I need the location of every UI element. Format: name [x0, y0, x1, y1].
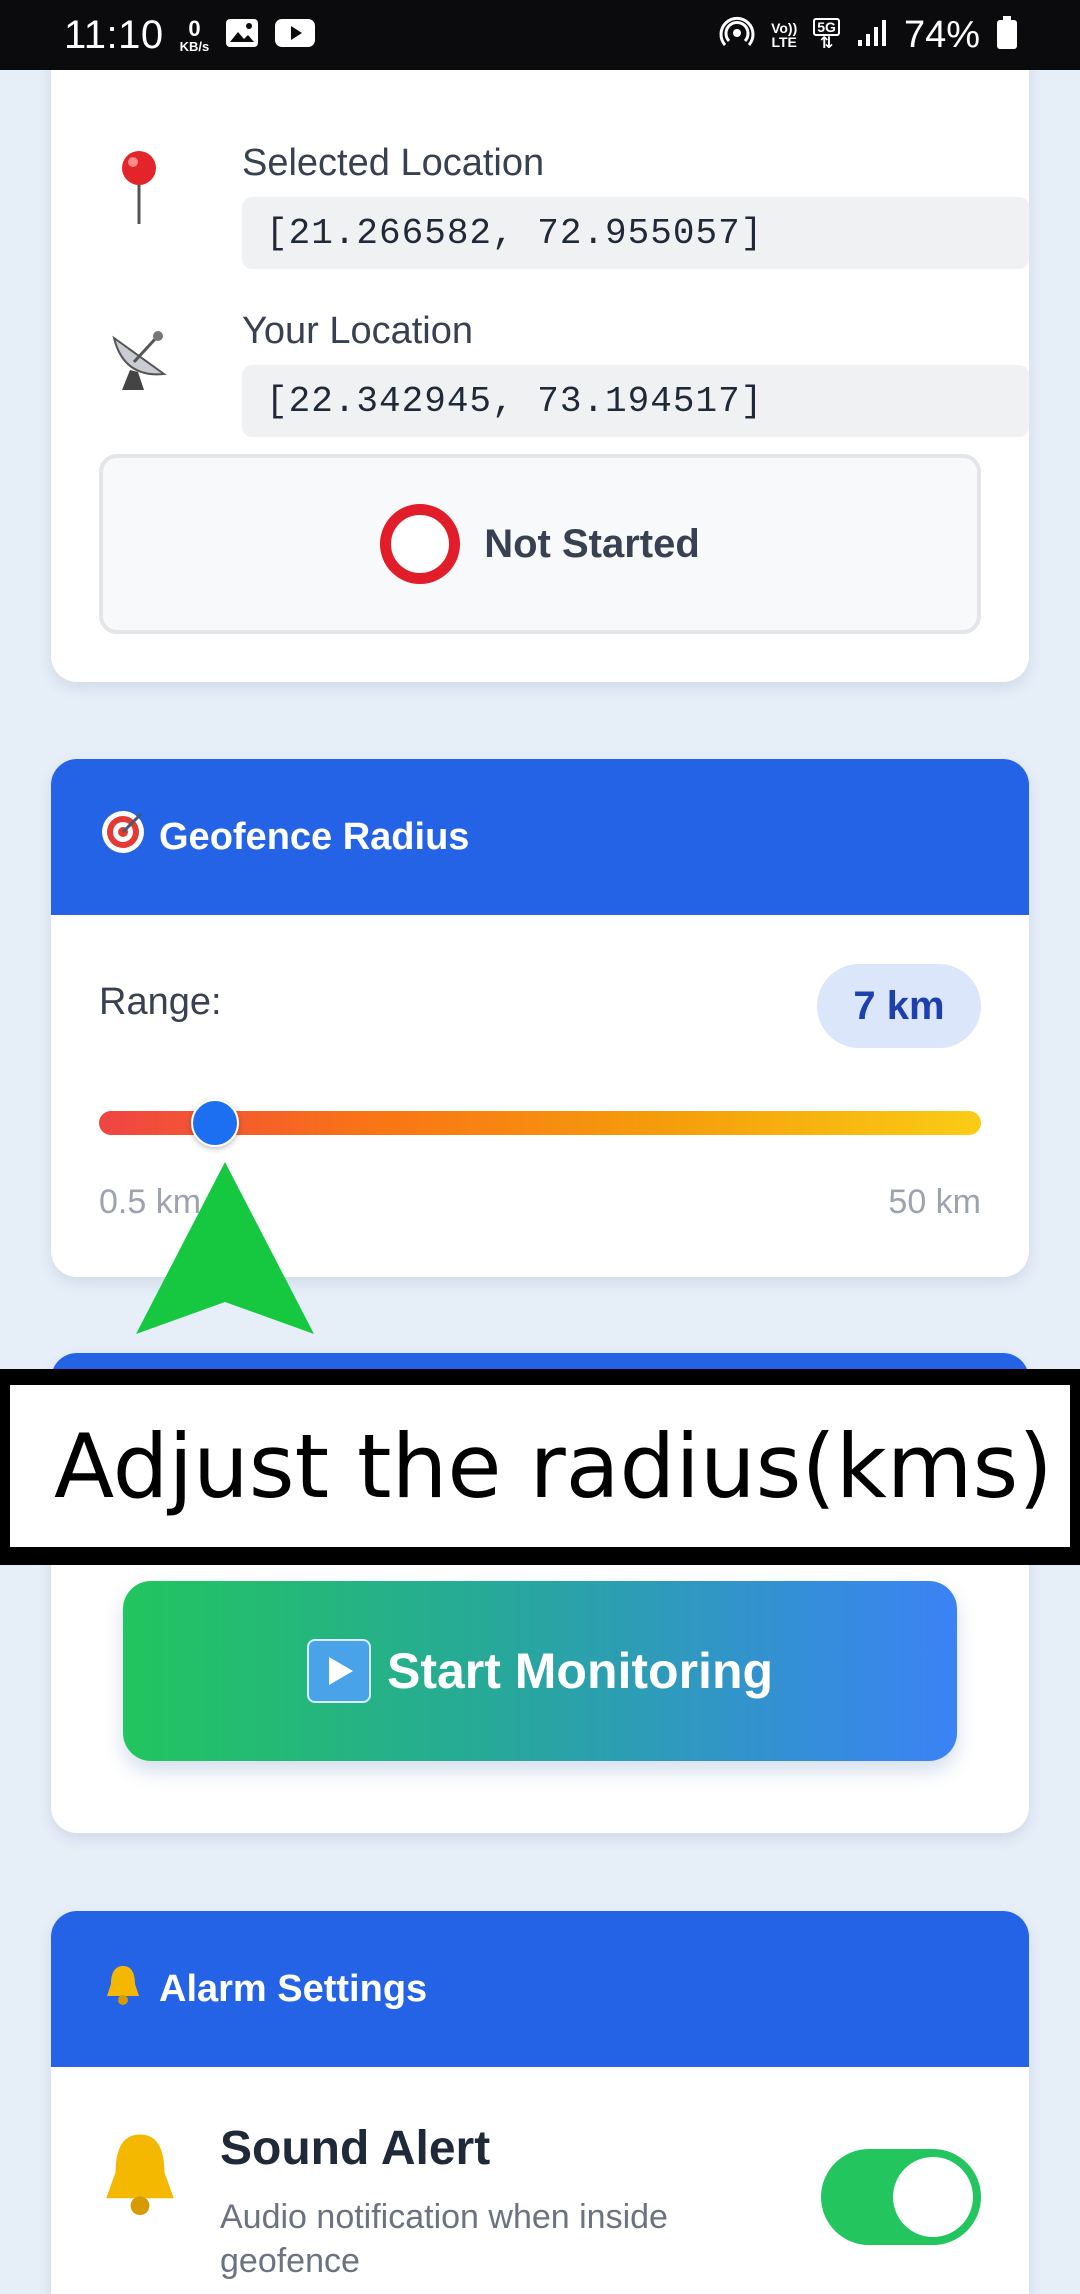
clock: 11:10	[64, 12, 164, 57]
hotspot-icon	[719, 15, 755, 56]
status-ring-icon	[380, 504, 461, 584]
slider-max-label: 50 km	[888, 1183, 981, 1221]
status-text: Not Started	[484, 521, 700, 566]
selected-location-label: Selected Location	[242, 142, 545, 184]
geofence-radius-header: Geofence Radius	[51, 759, 1029, 915]
sound-alert-row: Sound Alert Audio notification when insi…	[51, 2067, 1029, 2294]
sound-alert-description: Audio notification when inside geofence	[220, 2198, 668, 2281]
alarm-settings-header: Alarm Settings	[51, 1911, 1029, 2067]
range-value-badge: 7 km	[817, 964, 981, 1048]
location-card: Selected Location [21.266582, 72.955057]…	[51, 40, 1029, 682]
your-location-label: Your Location	[242, 310, 474, 352]
network-speed: 0 KB/s	[179, 15, 210, 54]
bell-icon	[99, 1960, 147, 2018]
radius-slider-thumb[interactable]	[190, 1099, 239, 1147]
your-location-value: [22.342945, 73.194517]	[242, 365, 1029, 437]
selected-location-value: [21.266582, 72.955057]	[242, 197, 1029, 269]
data-arrows-icon: ⇅	[819, 35, 834, 52]
monitoring-status: Not Started	[99, 454, 981, 634]
tutorial-caption-text: Adjust the radius(kms)	[10, 1385, 1070, 1547]
battery-percent: 74%	[903, 13, 980, 56]
status-bar: 11:10 0 KB/s Vo)) LTE 5G ⇅ 74%	[0, 0, 1080, 70]
play-icon	[306, 1639, 371, 1703]
sound-alert-title: Sound Alert	[220, 2122, 491, 2175]
sound-bell-icon	[95, 2127, 185, 2239]
sound-alert-toggle[interactable]	[821, 2149, 981, 2245]
geofence-radius-title: Geofence Radius	[159, 815, 470, 858]
pointer-arrow-icon	[130, 1162, 320, 1341]
selected-location-row: Selected Location [21.266582, 72.955057]	[99, 142, 1029, 292]
alarm-settings-title: Alarm Settings	[159, 1967, 428, 2010]
battery-icon	[996, 15, 1018, 55]
tutorial-caption: Adjust the radius(kms)	[0, 1369, 1080, 1565]
start-monitoring-label: Start Monitoring	[386, 1643, 774, 1699]
toggle-knob	[893, 2157, 973, 2237]
volte-indicator: Vo)) LTE	[771, 20, 798, 50]
signal-icon	[856, 18, 888, 53]
pin-icon	[99, 148, 179, 228]
start-monitoring-button[interactable]: Start Monitoring	[123, 1581, 957, 1761]
alarm-settings-card: Alarm Settings Sound Alert Audio notific…	[51, 1911, 1029, 2294]
youtube-icon	[275, 18, 316, 53]
target-icon	[99, 808, 147, 866]
your-location-row: Your Location [22.342945, 73.194517]	[99, 310, 1029, 460]
network-type: 5G ⇅	[813, 18, 840, 52]
gallery-icon	[225, 18, 259, 53]
range-label: Range:	[99, 981, 222, 1023]
satellite-dish-icon	[99, 316, 179, 396]
